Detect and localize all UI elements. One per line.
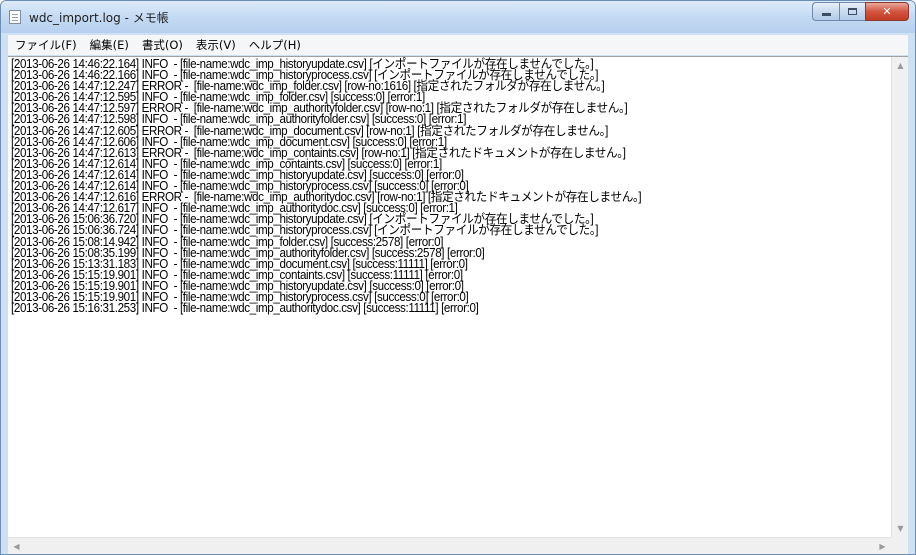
minimize-icon	[821, 13, 831, 16]
maximize-icon	[848, 8, 857, 15]
text-editor[interactable]: [2013-06-26 14:46:22.164] INFO - [file-n…	[8, 56, 908, 554]
menu-file[interactable]: ファイル(F)	[8, 37, 83, 53]
maximize-button[interactable]	[839, 2, 865, 21]
log-line: [2013-06-26 15:16:31.253] INFO - [file-n…	[11, 301, 479, 316]
notepad-icon[interactable]	[9, 10, 21, 24]
close-icon: ✕	[882, 5, 892, 18]
log-text-area[interactable]: [2013-06-26 14:46:22.164] INFO - [file-n…	[8, 57, 891, 537]
scroll-down-icon[interactable]: ▼	[892, 520, 909, 537]
menu-help[interactable]: ヘルプ(H)	[242, 37, 307, 53]
menu-format[interactable]: 書式(O)	[135, 37, 189, 53]
window-title: wdc_import.log - メモ帳	[29, 11, 169, 25]
scrollbar-corner	[891, 537, 908, 554]
notepad-window: wdc_import.log - メモ帳 ✕ ファイル(F) 編集(E) 書式(…	[0, 0, 916, 555]
scroll-up-icon[interactable]: ▲	[892, 57, 909, 74]
scroll-left-icon[interactable]: ◀	[8, 538, 25, 554]
menu-edit[interactable]: 編集(E)	[83, 37, 135, 53]
minimize-button[interactable]	[812, 2, 839, 21]
menu-view[interactable]: 表示(V)	[189, 37, 242, 53]
title-bar[interactable]: wdc_import.log - メモ帳 ✕	[1, 1, 915, 33]
close-button[interactable]: ✕	[865, 2, 909, 21]
window-controls: ✕	[812, 2, 909, 22]
menu-bar: ファイル(F) 編集(E) 書式(O) 表示(V) ヘルプ(H)	[8, 35, 908, 55]
vertical-scrollbar[interactable]: ▲ ▼	[891, 57, 908, 537]
horizontal-scrollbar[interactable]: ◀ ▶	[8, 537, 891, 554]
scroll-right-icon[interactable]: ▶	[874, 538, 891, 554]
